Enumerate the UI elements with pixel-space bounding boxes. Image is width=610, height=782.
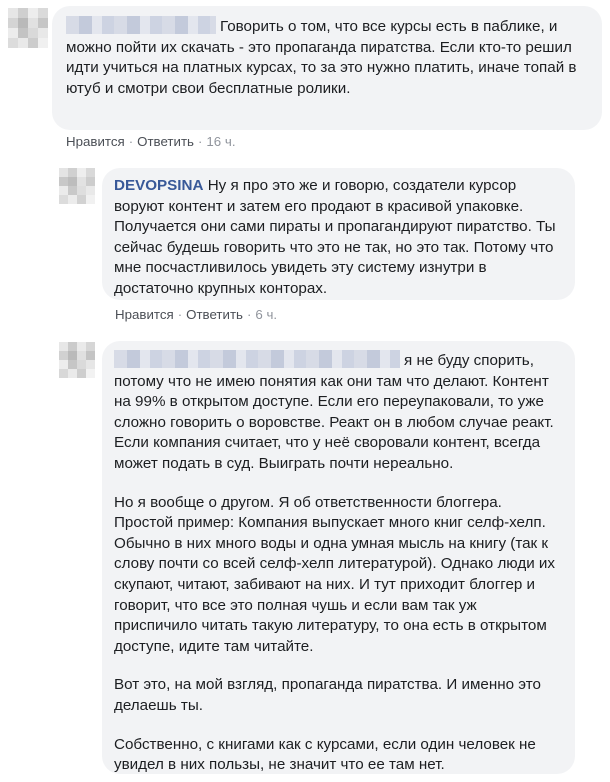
like-link[interactable]: Нравится [115, 307, 174, 322]
comment-text: Ну я про это же и говорю, создатели курс… [114, 177, 556, 297]
avatar[interactable] [59, 342, 95, 378]
separator-dot: · [197, 134, 203, 149]
comment-bubble: DEVOPSINA Ну я про это же и говорю, созд… [102, 168, 575, 300]
reply-link[interactable]: Ответить [186, 307, 243, 322]
avatar[interactable] [59, 168, 95, 204]
separator-dot: · [128, 134, 134, 149]
comment-paragraph: я не буду спорить, потому что не имею по… [114, 352, 554, 472]
comment-paragraph: Но я вообще о другом. Я об ответственнос… [114, 493, 555, 655]
comment-author[interactable]: DEVOPSINA [114, 177, 203, 194]
comment-paragraph: Собственно, с книгами как с курсами, есл… [114, 735, 536, 774]
comment-bubble: я не буду спорить, потому что не имею по… [102, 341, 575, 774]
comment-timestamp[interactable]: 16 ч. [206, 134, 235, 149]
like-link[interactable]: Нравится [66, 134, 125, 149]
reply-link[interactable]: Ответить [137, 134, 194, 149]
separator-dot: · [246, 307, 252, 322]
comment-bubble: Говорить о том, что все курсы есть в паб… [52, 6, 602, 130]
author-name-redacted[interactable] [114, 350, 400, 368]
comment-actions: Нравится · Ответить · 6 ч. [115, 307, 277, 322]
separator-dot: · [177, 307, 183, 322]
comment-timestamp[interactable]: 6 ч. [255, 307, 277, 322]
avatar[interactable] [8, 8, 48, 48]
comment-actions: Нравится · Ответить · 16 ч. [66, 134, 236, 149]
author-name-redacted[interactable] [66, 16, 216, 34]
comment-paragraph: Вот это, на мой взгляд, пропаганда пират… [114, 676, 541, 714]
